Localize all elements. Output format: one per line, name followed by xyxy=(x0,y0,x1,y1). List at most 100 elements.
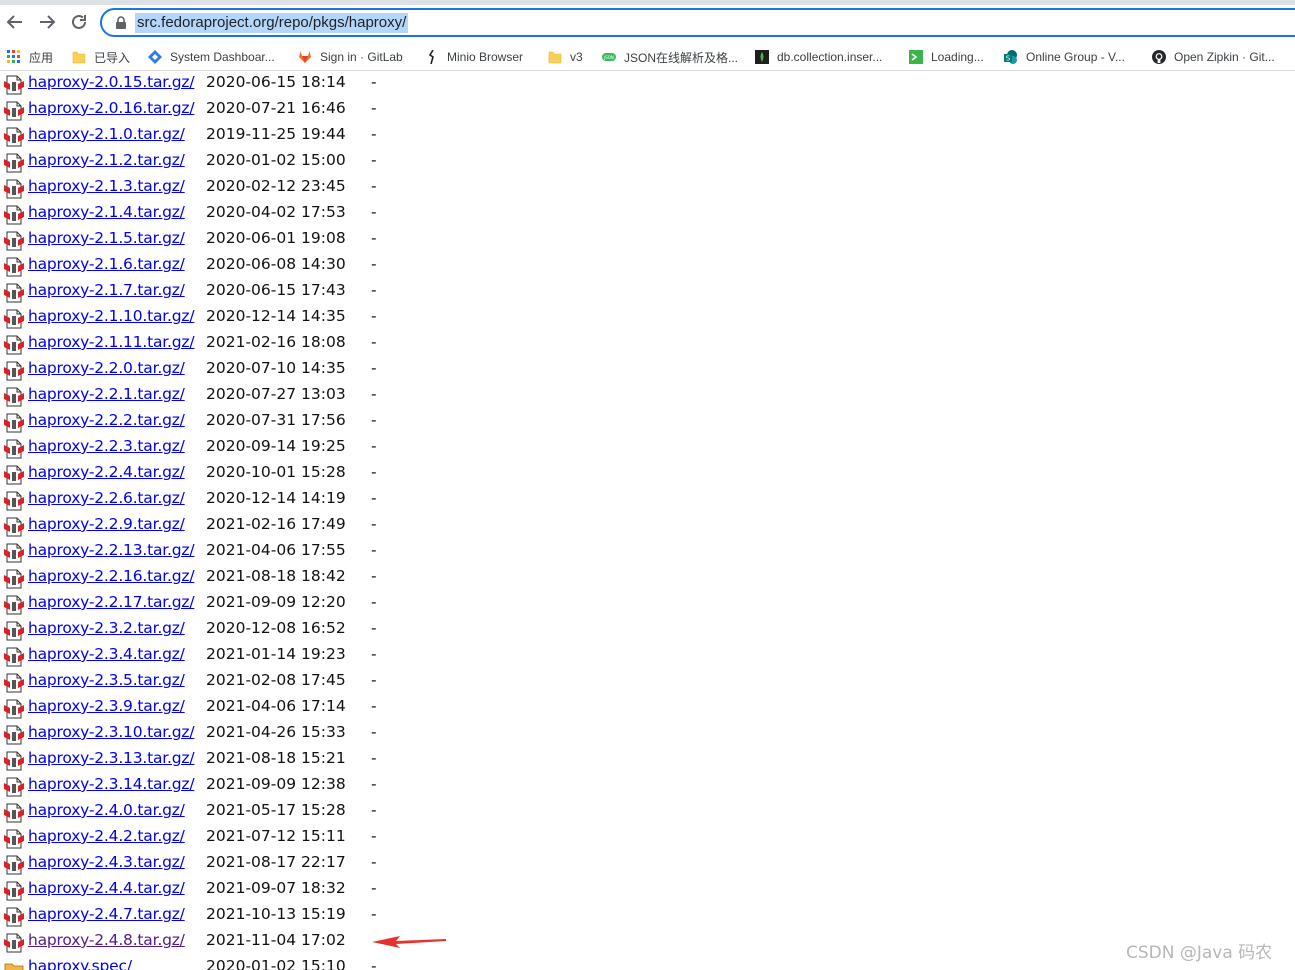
file-size: - xyxy=(371,567,377,585)
file-size: - xyxy=(371,697,377,715)
file-link[interactable]: haproxy-2.2.9.tar.gz/ xyxy=(28,515,185,533)
file-link[interactable]: haproxy-2.1.7.tar.gz/ xyxy=(28,281,185,299)
archive-file-icon xyxy=(4,283,24,303)
file-size: - xyxy=(371,203,377,221)
forward-arrow-icon xyxy=(40,15,56,29)
bookmarks-bar: 应用 已导入 System Dashboar... Sign in · GitL… xyxy=(0,44,1295,71)
file-size: - xyxy=(371,125,377,143)
file-size: - xyxy=(371,99,377,117)
file-link[interactable]: haproxy-2.2.3.tar.gz/ xyxy=(28,437,185,455)
file-size: - xyxy=(371,619,377,637)
bookmark-apps[interactable]: 应用 xyxy=(7,47,53,67)
modified-date: 2021-01-14 19:23 xyxy=(206,645,346,663)
bookmark-open-zipkin[interactable]: Open Zipkin · Git... xyxy=(1152,47,1275,67)
file-size: - xyxy=(371,645,377,663)
modified-date: 2021-08-18 15:21 xyxy=(206,749,346,767)
archive-file-icon xyxy=(4,335,24,355)
browser-toolbar: src.fedoraproject.org/repo/pkgs/haproxy/ xyxy=(0,0,1295,44)
file-link[interactable]: haproxy-2.4.2.tar.gz/ xyxy=(28,827,185,845)
bookmark-label: Minio Browser xyxy=(447,50,524,64)
file-link[interactable]: haproxy-2.3.13.tar.gz/ xyxy=(28,749,195,767)
file-size: - xyxy=(371,333,377,351)
modified-date: 2020-06-08 14:30 xyxy=(206,255,346,273)
archive-file-icon xyxy=(4,543,24,563)
file-link[interactable]: haproxy-2.2.13.tar.gz/ xyxy=(28,541,195,559)
file-size: - xyxy=(371,281,377,299)
file-link[interactable]: haproxy-2.1.4.tar.gz/ xyxy=(28,203,185,221)
file-link[interactable]: haproxy-2.3.9.tar.gz/ xyxy=(28,697,185,715)
file-link[interactable]: haproxy-2.2.0.tar.gz/ xyxy=(28,359,185,377)
diamond-icon xyxy=(148,50,162,64)
file-link[interactable]: haproxy-2.2.4.tar.gz/ xyxy=(28,463,185,481)
bookmark-mongodb[interactable]: db.collection.inser... xyxy=(755,47,882,67)
file-size: - xyxy=(371,801,377,819)
file-size: - xyxy=(371,489,377,507)
address-bar[interactable]: src.fedoraproject.org/repo/pkgs/haproxy/ xyxy=(100,8,1295,37)
file-size: - xyxy=(371,255,377,273)
archive-file-icon xyxy=(4,205,24,225)
file-link[interactable]: haproxy-2.1.6.tar.gz/ xyxy=(28,255,185,273)
file-link[interactable]: haproxy-2.1.10.tar.gz/ xyxy=(28,307,195,325)
modified-date: 2020-01-02 15:00 xyxy=(206,151,346,169)
folder-icon xyxy=(72,51,86,64)
bookmark-minio[interactable]: Minio Browser xyxy=(425,47,523,67)
file-link[interactable]: haproxy-2.1.11.tar.gz/ xyxy=(28,333,195,351)
file-link[interactable]: haproxy-2.2.1.tar.gz/ xyxy=(28,385,185,403)
file-link[interactable]: haproxy-2.4.0.tar.gz/ xyxy=(28,801,185,819)
reload-button[interactable] xyxy=(67,10,91,34)
file-link[interactable]: haproxy-2.3.5.tar.gz/ xyxy=(28,671,185,689)
sharepoint-icon: S xyxy=(1004,50,1017,64)
file-link[interactable]: haproxy-2.1.3.tar.gz/ xyxy=(28,177,185,195)
archive-file-icon xyxy=(4,413,24,433)
bookmark-loading[interactable]: Loading... xyxy=(909,47,984,67)
back-button[interactable] xyxy=(3,10,27,34)
file-link[interactable]: haproxy-2.4.8.tar.gz/ xyxy=(28,931,185,949)
modified-date: 2021-02-16 18:08 xyxy=(206,333,346,351)
modified-date: 2020-06-01 19:08 xyxy=(206,229,346,247)
bookmark-system-dashboard[interactable]: System Dashboar... xyxy=(148,47,275,67)
json-icon: JSON xyxy=(602,53,616,61)
file-link[interactable]: haproxy-2.3.4.tar.gz/ xyxy=(28,645,185,663)
bookmark-json[interactable]: JSON JSON在线解析及格... xyxy=(602,47,738,67)
file-link[interactable]: haproxy-2.0.15.tar.gz/ xyxy=(28,73,195,91)
file-link[interactable]: haproxy-2.3.14.tar.gz/ xyxy=(28,775,195,793)
file-link[interactable]: haproxy-2.1.2.tar.gz/ xyxy=(28,151,185,169)
file-link[interactable]: haproxy-2.1.0.tar.gz/ xyxy=(28,125,185,143)
file-link[interactable]: haproxy-2.2.17.tar.gz/ xyxy=(28,593,195,611)
folder-icon xyxy=(4,959,24,970)
forward-button[interactable] xyxy=(35,10,59,34)
file-link[interactable]: haproxy-2.4.7.tar.gz/ xyxy=(28,905,185,923)
file-link[interactable]: haproxy-2.2.6.tar.gz/ xyxy=(28,489,185,507)
bookmark-gitlab[interactable]: Sign in · GitLab xyxy=(298,47,403,67)
file-link[interactable]: haproxy.spec/ xyxy=(28,957,132,970)
file-link[interactable]: haproxy-2.2.16.tar.gz/ xyxy=(28,567,195,585)
archive-file-icon xyxy=(4,907,24,927)
file-link[interactable]: haproxy-2.3.2.tar.gz/ xyxy=(28,619,185,637)
file-link[interactable]: haproxy-2.1.5.tar.gz/ xyxy=(28,229,185,247)
modified-date: 2020-01-02 15:10 xyxy=(206,957,346,970)
file-link[interactable]: haproxy-2.4.3.tar.gz/ xyxy=(28,853,185,871)
modified-date: 2021-02-16 17:49 xyxy=(206,515,346,533)
bookmark-v3[interactable]: v3 xyxy=(548,47,583,67)
file-size: - xyxy=(371,359,377,377)
modified-date: 2021-05-17 15:28 xyxy=(206,801,346,819)
apps-grid-icon xyxy=(7,50,20,63)
file-link[interactable]: haproxy-2.2.2.tar.gz/ xyxy=(28,411,185,429)
bookmark-online-group[interactable]: S Online Group - V... xyxy=(1004,47,1125,67)
archive-file-icon xyxy=(4,699,24,719)
url-text[interactable]: src.fedoraproject.org/repo/pkgs/haproxy/ xyxy=(135,13,409,33)
folder-icon xyxy=(548,51,562,64)
modified-date: 2021-08-17 22:17 xyxy=(206,853,346,871)
directory-listing: haproxy-2.0.15.tar.gz/2020-06-15 18:14 - h… xyxy=(0,71,1295,970)
bookmark-imported[interactable]: 已导入 xyxy=(72,47,130,67)
file-link[interactable]: haproxy-2.3.10.tar.gz/ xyxy=(28,723,195,741)
file-link[interactable]: haproxy-2.4.4.tar.gz/ xyxy=(28,879,185,897)
modified-date: 2021-09-07 18:32 xyxy=(206,879,346,897)
archive-file-icon xyxy=(4,777,24,797)
file-link[interactable]: haproxy-2.0.16.tar.gz/ xyxy=(28,99,195,117)
file-size: - xyxy=(371,385,377,403)
modified-date: 2020-07-10 14:35 xyxy=(206,359,346,377)
archive-file-icon xyxy=(4,361,24,381)
archive-file-icon xyxy=(4,803,24,823)
archive-file-icon xyxy=(4,673,24,693)
